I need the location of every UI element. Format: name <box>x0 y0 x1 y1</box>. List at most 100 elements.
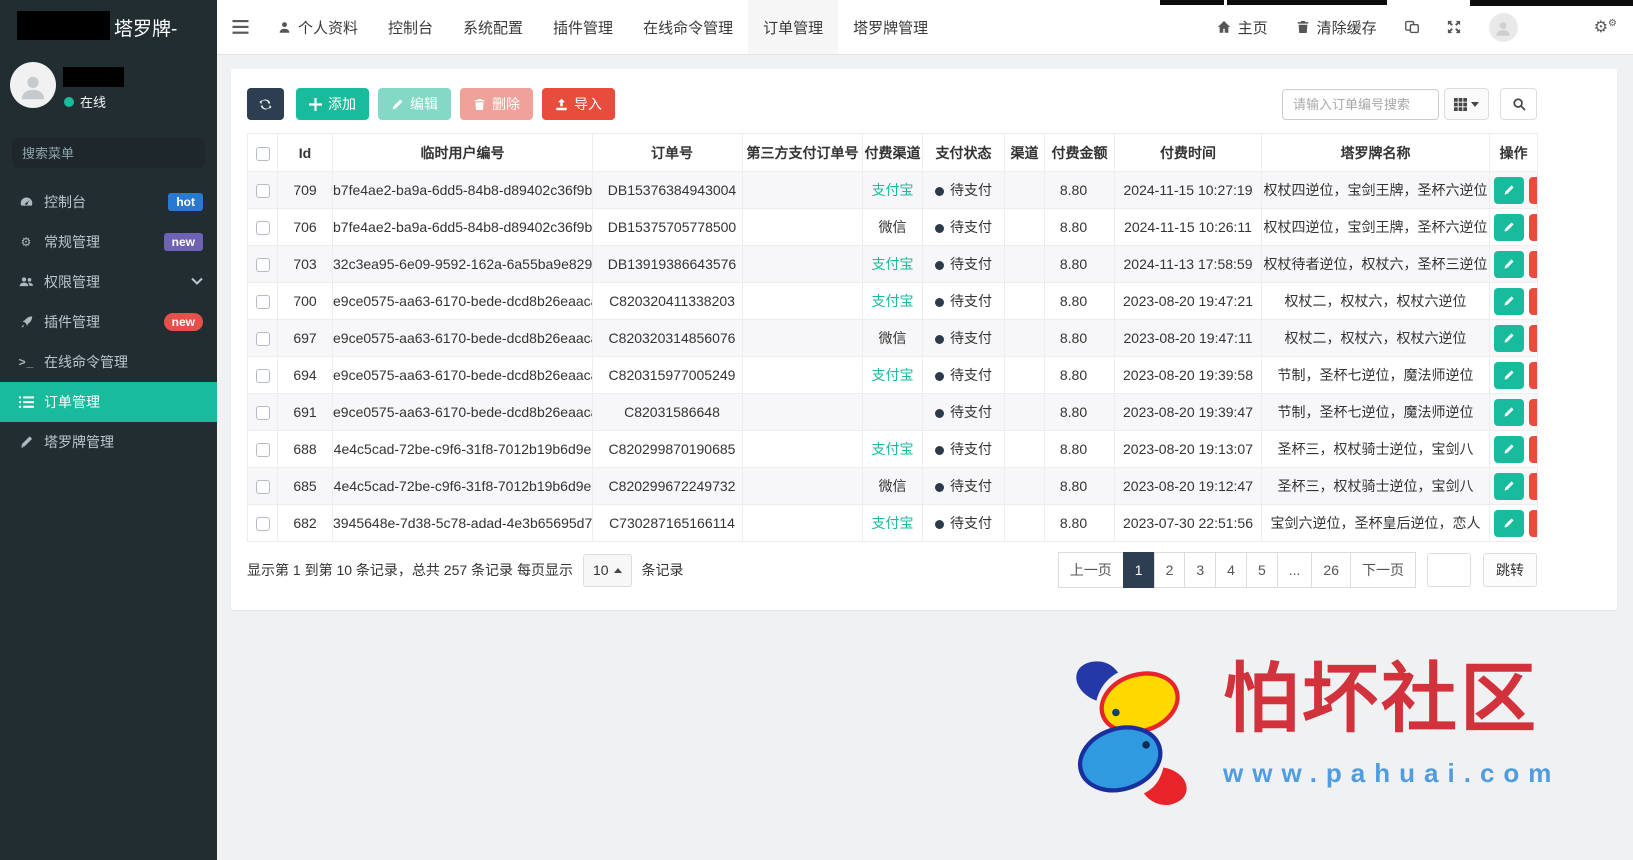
page-prev[interactable]: 上一页 <box>1057 552 1124 588</box>
nav-item-console[interactable]: 控制台 <box>373 0 448 54</box>
edit-row-button[interactable] <box>1494 324 1524 352</box>
search-button[interactable] <box>1500 88 1537 120</box>
pay-channel[interactable]: 支付宝 <box>872 367 914 383</box>
page-jump-button[interactable]: 跳转 <box>1483 553 1537 587</box>
row-checkbox[interactable] <box>255 295 270 310</box>
pay-channel[interactable]: 支付宝 <box>872 182 914 198</box>
nav-item-tarot[interactable]: 塔罗牌管理 <box>838 0 943 54</box>
nav-item-plugins[interactable]: 插件管理 <box>538 0 628 54</box>
edit-row-button[interactable] <box>1494 435 1524 463</box>
delete-row-button[interactable] <box>1529 287 1537 315</box>
sidebar-item-permissions[interactable]: 权限管理 <box>0 262 217 302</box>
page-4[interactable]: 4 <box>1215 552 1247 588</box>
delete-row-button[interactable] <box>1529 361 1537 389</box>
status-dot-icon <box>935 187 944 196</box>
row-checkbox[interactable] <box>255 480 270 495</box>
row-checkbox[interactable] <box>255 369 270 384</box>
page-next[interactable]: 下一页 <box>1350 552 1416 588</box>
pagination-controls: 上一页 1 2 3 4 5... 26 下一页 跳转 <box>1057 552 1537 588</box>
status-text: 待支付 <box>950 441 992 457</box>
pay-channel[interactable]: 支付宝 <box>872 256 914 272</box>
edit-button[interactable]: 编辑 <box>378 88 451 120</box>
import-button[interactable]: 导入 <box>542 88 615 120</box>
add-button[interactable]: 添加 <box>296 88 369 120</box>
page-5[interactable]: 5 <box>1245 552 1278 588</box>
header-actions: 操作 <box>1489 133 1538 172</box>
pay-channel[interactable]: 支付宝 <box>872 293 914 309</box>
delete-row-button[interactable] <box>1529 435 1537 463</box>
edit-row-button[interactable] <box>1494 472 1524 500</box>
columns-dropdown-button[interactable] <box>1444 88 1489 120</box>
row-checkbox[interactable] <box>255 258 270 273</box>
topnav: 个人资料 控制台 系统配置 插件管理 在线命令管理 订单管理 塔罗牌管理 <box>263 0 943 54</box>
hamburger-menu-icon[interactable] <box>217 0 263 54</box>
delete-row-button[interactable] <box>1529 176 1537 204</box>
delete-row-button[interactable] <box>1529 324 1537 352</box>
header-order-no: 订单号 <box>592 133 743 172</box>
delete-row-button[interactable] <box>1529 213 1537 241</box>
settings-gears-icon[interactable]: ⚙⚙ <box>1594 17 1617 37</box>
edit-row-button[interactable] <box>1494 398 1524 426</box>
list-icon <box>18 395 35 410</box>
delete-row-button[interactable] <box>1529 398 1537 426</box>
page-3[interactable]: 3 <box>1184 552 1217 588</box>
page-jump-input[interactable] <box>1427 553 1471 587</box>
topbar: 个人资料 控制台 系统配置 插件管理 在线命令管理 订单管理 塔罗牌管理 主页 … <box>217 0 1633 55</box>
nav-item-online-commands[interactable]: 在线命令管理 <box>628 0 748 54</box>
refresh-button[interactable] <box>247 88 284 120</box>
header-tarot-name: 塔罗牌名称 <box>1261 133 1490 172</box>
table-row: 685 4e4c5cad-72be-c9f6-31f8-7012b19b6d9e C… <box>247 467 1538 505</box>
page-size-dropdown[interactable]: 10 <box>582 553 632 587</box>
sidebar-item-dashboard[interactable]: 控制台 hot <box>0 182 217 222</box>
row-checkbox[interactable] <box>255 517 270 532</box>
topbar-right: 主页 清除缓存 ⚙⚙ <box>1203 0 1633 54</box>
row-checkbox[interactable] <box>255 184 270 199</box>
delete-row-button[interactable] <box>1529 509 1537 537</box>
status-dot-icon <box>935 224 944 233</box>
edit-row-button[interactable] <box>1494 176 1524 204</box>
table-search-area <box>1282 88 1537 120</box>
page-1[interactable]: 1 <box>1122 552 1155 588</box>
delete-button[interactable]: 删除 <box>460 88 533 120</box>
header-pay-status: 支付状态 <box>922 133 1005 172</box>
trash-icon <box>1297 21 1308 33</box>
row-checkbox[interactable] <box>255 332 270 347</box>
status-dot-icon <box>935 298 944 307</box>
sidebar-logo[interactable]: 塔罗牌- <box>0 0 217 55</box>
edit-row-button[interactable] <box>1494 250 1524 278</box>
search-icon <box>1512 98 1525 111</box>
delete-row-button[interactable] <box>1529 250 1537 278</box>
row-checkbox[interactable] <box>255 443 270 458</box>
edit-row-button[interactable] <box>1494 361 1524 389</box>
language-icon[interactable] <box>1391 0 1433 54</box>
nav-item-orders[interactable]: 订单管理 <box>748 0 839 54</box>
redaction-bar <box>1160 0 1224 5</box>
sidebar-item-online-commands[interactable]: >_ 在线命令管理 <box>0 342 217 382</box>
nav-item-system-config[interactable]: 系统配置 <box>448 0 538 54</box>
home-button[interactable]: 主页 <box>1203 0 1282 54</box>
sidebar-item-orders[interactable]: 订单管理 <box>0 382 217 422</box>
select-all-checkbox[interactable] <box>255 146 270 161</box>
pay-channel[interactable]: 支付宝 <box>872 441 914 457</box>
row-checkbox[interactable] <box>255 406 270 421</box>
clear-cache-button[interactable]: 清除缓存 <box>1282 0 1391 54</box>
page-2[interactable]: 2 <box>1153 552 1186 588</box>
page-26[interactable]: 26 <box>1311 552 1351 588</box>
sidebar-item-general[interactable]: ⚙ 常规管理 new <box>0 222 217 262</box>
edit-row-button[interactable] <box>1494 509 1524 537</box>
sidebar-item-plugins[interactable]: 插件管理 new <box>0 302 217 342</box>
fullscreen-icon[interactable] <box>1433 0 1475 54</box>
pay-channel[interactable]: 支付宝 <box>872 515 914 531</box>
sidebar-search-input[interactable] <box>22 145 198 161</box>
delete-row-button[interactable] <box>1529 472 1537 500</box>
order-search-input[interactable] <box>1282 88 1439 120</box>
edit-row-button[interactable] <box>1494 287 1524 315</box>
edit-row-button[interactable] <box>1494 213 1524 241</box>
user-avatar[interactable] <box>1488 12 1518 42</box>
watermark-title: 怕坏社区 <box>1223 658 1539 742</box>
row-checkbox[interactable] <box>255 221 270 236</box>
sidebar-item-tarot[interactable]: 塔罗牌管理 <box>0 422 217 462</box>
nav-item-profile[interactable]: 个人资料 <box>263 0 373 54</box>
online-status: 在线 <box>64 92 106 111</box>
watermark: 怕坏社区 www.pahuai.com <box>1055 651 1560 815</box>
